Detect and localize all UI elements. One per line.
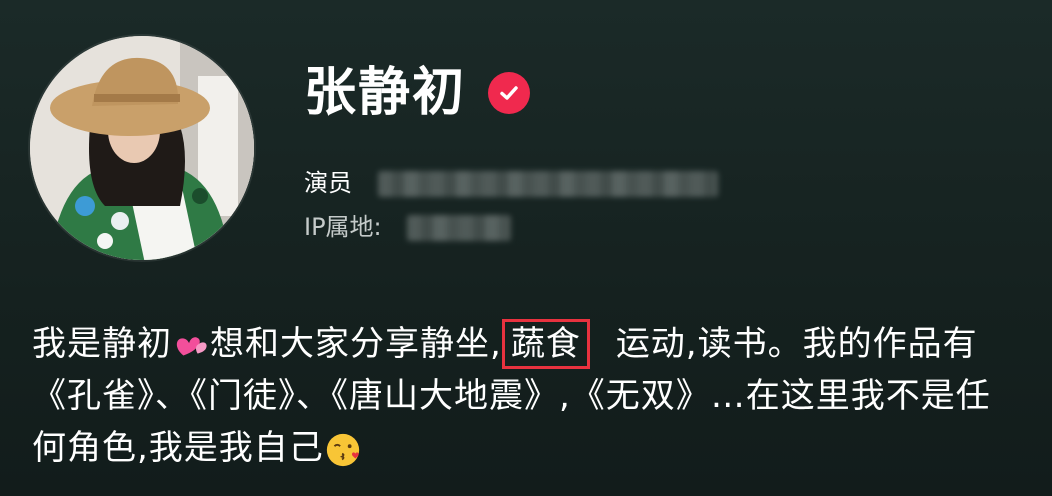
avatar[interactable] — [30, 36, 254, 260]
bio-text: 我是静初 想和大家分享静坐, 蔬食 运动,读书。我的作品有《孔雀》、《门徒》、《唐山… — [32, 318, 1022, 474]
profile-name: 张静初 — [304, 63, 467, 123]
bio-part1: 我是静初 — [32, 324, 172, 364]
bio-part2: 想和大家分享静坐, — [210, 324, 502, 364]
ip-label: IP属地: — [304, 213, 382, 241]
highlighted-keyword: 蔬食 — [501, 319, 590, 369]
name-row: 张静初 — [304, 58, 531, 128]
redacted-info — [377, 171, 718, 197]
avatar-photo — [30, 36, 254, 260]
redacted-ip — [407, 215, 512, 241]
two-hearts-emoji — [176, 336, 207, 355]
ip-row: IP属地: — [304, 207, 512, 242]
verified-check-icon — [488, 72, 531, 114]
role-label: 演员 — [304, 169, 352, 197]
role-row: 演员 — [304, 163, 718, 198]
kissing-heart-emoji — [326, 433, 359, 466]
